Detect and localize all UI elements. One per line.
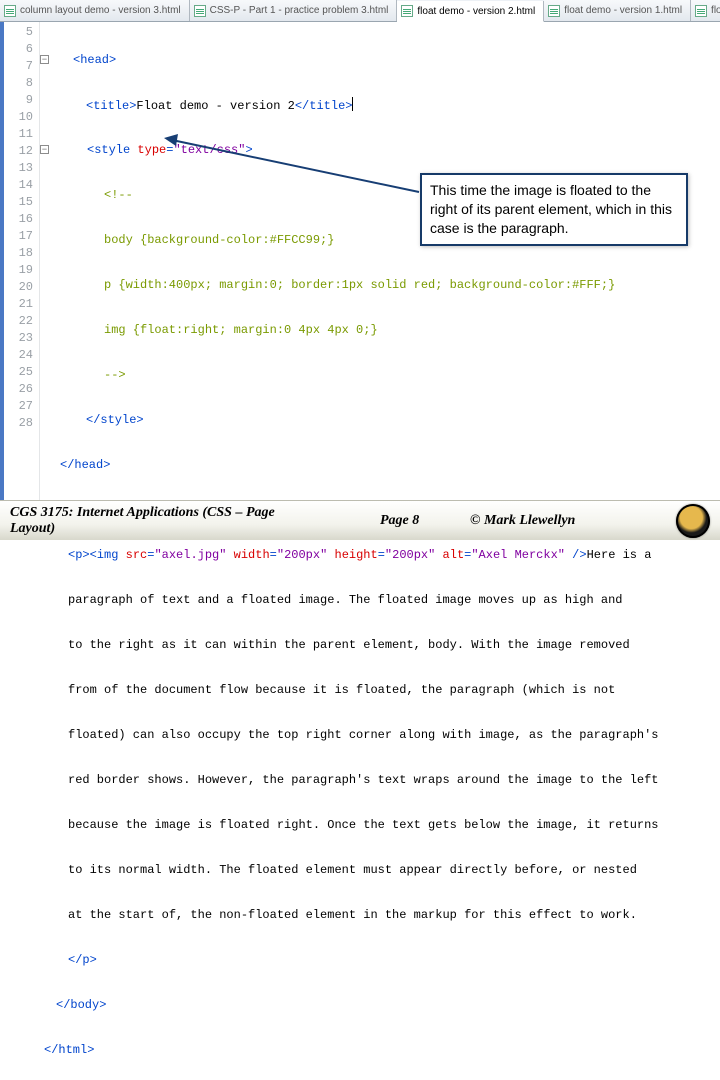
code-line: img {float:right; margin:0 4px 4px 0;} <box>40 322 720 339</box>
tab-label: column layout demo - version 3.html <box>20 5 181 16</box>
code-line: floated) can also occupy the top right c… <box>40 727 720 744</box>
tab-file-1[interactable]: column layout demo - version 3.html <box>0 0 190 21</box>
code-line: p {width:400px; margin:0; border:1px sol… <box>40 277 720 294</box>
html-file-icon <box>4 5 16 17</box>
line-number: 6 <box>4 41 39 58</box>
line-number: 24 <box>4 347 39 364</box>
tab-bar: column layout demo - version 3.html CSS-… <box>0 0 720 22</box>
ucf-logo-icon <box>676 504 710 538</box>
code-line: because the image is floated right. Once… <box>40 817 720 834</box>
code-line: −<head> <box>40 52 720 69</box>
line-number: 7 <box>4 58 39 75</box>
code-line: to its normal width. The floated element… <box>40 862 720 879</box>
footer-page: Page 8 <box>380 513 450 529</box>
fold-marker-icon[interactable]: − <box>40 55 49 64</box>
fold-marker-icon[interactable]: − <box>40 145 49 154</box>
code-line: </body> <box>40 997 720 1014</box>
line-number: 26 <box>4 381 39 398</box>
code-line: −<style type="text/css"> <box>40 142 720 159</box>
line-number: 14 <box>4 177 39 194</box>
html-file-icon <box>194 5 206 17</box>
tab-file-5[interactable]: float demo - version 4.html <box>691 0 720 21</box>
code-line: </p> <box>40 952 720 969</box>
line-number: 17 <box>4 228 39 245</box>
line-number: 28 <box>4 415 39 432</box>
code-line: </head> <box>40 457 720 474</box>
tab-file-3-active[interactable]: float demo - version 2.html <box>397 1 544 22</box>
line-number: 21 <box>4 296 39 313</box>
line-number: 11 <box>4 126 39 143</box>
line-number: 27 <box>4 398 39 415</box>
code-line: <title>Float demo - version 2</title> <box>40 97 720 114</box>
line-number: 15 <box>4 194 39 211</box>
html-file-icon <box>401 5 413 17</box>
callout-text: This time the image is floated to the ri… <box>430 182 672 236</box>
annotation-callout: This time the image is floated to the ri… <box>420 173 688 246</box>
code-line: </html> <box>40 1042 720 1059</box>
footer-course: CGS 3175: Internet Applications (CSS – P… <box>10 505 320 537</box>
tab-label: CSS-P - Part 1 - practice problem 3.html <box>210 5 389 16</box>
code-line: <p><img src="axel.jpg" width="200px" hei… <box>40 547 720 564</box>
tab-file-2[interactable]: CSS-P - Part 1 - practice problem 3.html <box>190 0 398 21</box>
html-file-icon <box>695 5 707 17</box>
line-number: 19 <box>4 262 39 279</box>
code-line: to the right as it can within the parent… <box>40 637 720 654</box>
code-line: </style> <box>40 412 720 429</box>
tab-label: float demo - version 1.html <box>564 5 682 16</box>
tab-file-4[interactable]: float demo - version 1.html <box>544 0 691 21</box>
line-number: 5 <box>4 24 39 41</box>
line-number-gutter: 5 6 7 8 9 10 11 12 13 14 15 16 17 18 19 … <box>4 22 40 500</box>
line-number: 16 <box>4 211 39 228</box>
line-number: 20 <box>4 279 39 296</box>
line-number: 18 <box>4 245 39 262</box>
slide-footer: CGS 3175: Internet Applications (CSS – P… <box>0 500 720 540</box>
footer-copyright: © Mark Llewellyn <box>470 513 640 529</box>
line-number: 8 <box>4 75 39 92</box>
code-line: --> <box>40 367 720 384</box>
line-number: 23 <box>4 330 39 347</box>
code-line: paragraph of text and a floated image. T… <box>40 592 720 609</box>
line-number: 25 <box>4 364 39 381</box>
tab-label: float demo - version 4.html <box>711 5 720 16</box>
line-number: 9 <box>4 92 39 109</box>
code-line: at the start of, the non-floated element… <box>40 907 720 924</box>
text-cursor <box>352 97 353 111</box>
line-number: 12 <box>4 143 39 160</box>
code-editor[interactable]: 5 6 7 8 9 10 11 12 13 14 15 16 17 18 19 … <box>0 22 720 500</box>
html-file-icon <box>548 5 560 17</box>
line-number: 10 <box>4 109 39 126</box>
line-number: 13 <box>4 160 39 177</box>
tab-label: float demo - version 2.html <box>417 6 535 17</box>
code-line: from of the document flow because it is … <box>40 682 720 699</box>
code-line: red border shows. However, the paragraph… <box>40 772 720 789</box>
code-content[interactable]: −<head> <title>Float demo - version 2</t… <box>40 22 720 500</box>
line-number: 22 <box>4 313 39 330</box>
